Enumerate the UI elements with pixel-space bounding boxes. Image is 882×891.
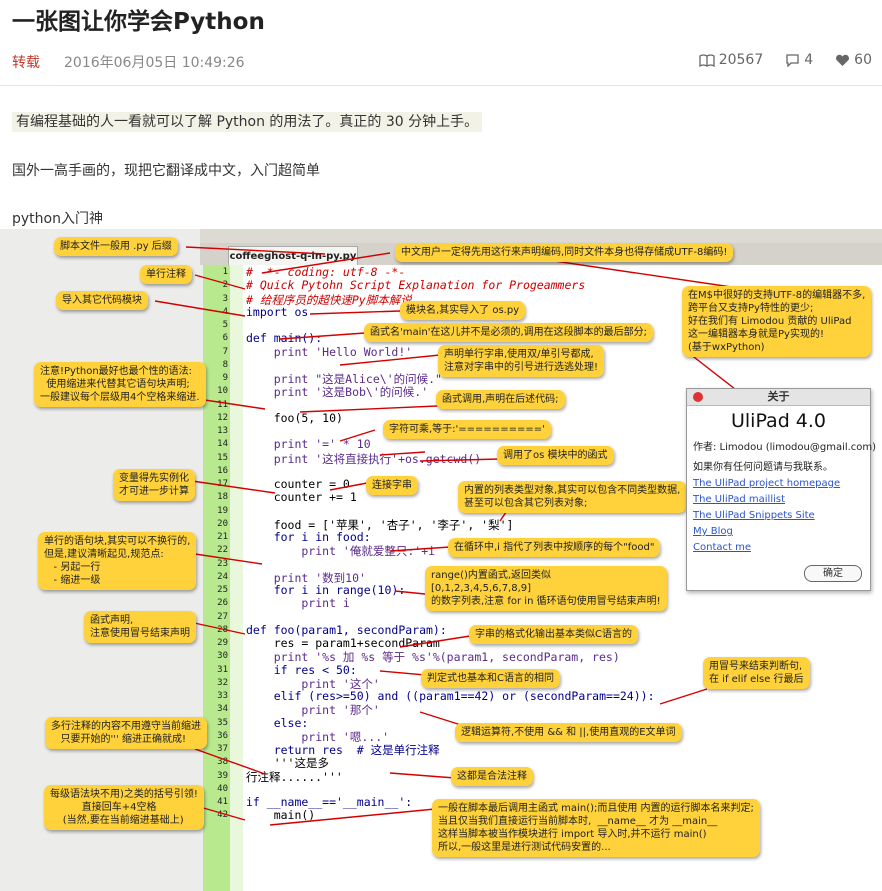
note-os-call: 调用了os 模块中的函式 <box>497 446 614 465</box>
publish-date: 2016年06月05日 10:49:26 <box>64 55 245 71</box>
note-list-type: 内置的列表类型对象,其实可以包含不同类型数据, 甚至可以包含其它列表对象; <box>458 481 687 513</box>
note-string-quotes: 声明单行字串,使用双/单引号都成, 注意对字串中的引号进行选逃处理! <box>438 345 605 377</box>
ok-button[interactable]: 确定 <box>804 565 862 582</box>
views-count: 20567 <box>718 52 764 68</box>
note-indentation: 注意!Python最好也最个性的语法: 使用缩进来代替其它语句块声明; 一般建议… <box>34 362 206 407</box>
note-logic-operators: 逻辑运算符,不使用 && 和 ||,使用直观的E文单词 <box>455 723 682 742</box>
note-colon-end: 用冒号来结束判断句, 在 if elif else 行最后 <box>703 657 810 689</box>
note-string-format: 字串的格式化输出基本类似C语言的 <box>469 625 638 644</box>
note-variable-init: 变量得先实例化 才可进一步计算 <box>113 469 195 501</box>
note-utf8-declaration: 中文用户一定得先用这行来声明编码,同时文件本身也得存储成UTF-8编码! <box>395 243 734 262</box>
note-loop-variable: 在循环中,i 指代了列表中按顺序的每个"food" <box>448 538 661 557</box>
note-ulipad-editor: 在M$中很好的支持UTF-8的编辑器不多, 跨平台又支持Py特性的更少; 好在我… <box>682 286 872 357</box>
comments-count: 4 <box>804 52 814 68</box>
link-my-blog[interactable]: My Blog <box>687 526 870 537</box>
note-main-check: 一般在脚本最后调用主函式 main();而且使用 内置的运行脚本名来判定; 当且… <box>432 799 760 857</box>
translation-paragraph: 国外一高手画的，现把它翻译成中文，入门超简单 <box>12 163 320 179</box>
about-author: 作者: Limodou (limodou@gmail.com) <box>693 442 877 453</box>
book-icon <box>699 53 715 67</box>
article-title: 一张图让你学会Python <box>12 9 265 35</box>
note-legal-comments: 这都是合法注释 <box>451 767 533 786</box>
intro-paragraph: 有编程基础的人一看就可以了解 Python 的用法了。真正的 30 分钟上手。 <box>12 111 483 132</box>
comment-icon <box>786 53 799 67</box>
note-string-multiply: 字符可乘,等于:'==========' <box>383 420 551 439</box>
note-import-module: 导入其它代码模块 <box>56 291 148 310</box>
note-string-concat: 连接字串 <box>366 476 418 495</box>
note-module-name: 模块名,其实导入了 os.py <box>400 301 526 320</box>
link-project-homepage[interactable]: The UliPad project homepage <box>687 478 870 489</box>
likes-stat[interactable]: 60 <box>835 52 872 68</box>
about-version: UliPad 4.0 <box>730 410 827 432</box>
intro-text: 有编程基础的人一看就可以了解 Python 的用法了。真正的 30 分钟上手。 <box>12 112 483 132</box>
link-contact-me[interactable]: Contact me <box>687 542 870 553</box>
article-stats: 20567 4 60 <box>699 52 872 68</box>
note-block-syntax: 每级语法块不用)之类的括号引领! 直接回车+4空格 (当然,要在当前缩进基础上) <box>44 785 204 830</box>
header-divider <box>0 85 882 86</box>
about-dialog: 关于 UliPad 4.0 作者: Limodou (limodou@gmail… <box>686 388 877 591</box>
note-range-function: range()内置函式,返回类似 [0,1,2,3,4,5,6,7,8,9] 的… <box>425 566 667 611</box>
note-condition: 判定式也基本和C语言的相同 <box>421 669 560 688</box>
about-contact-text: 如果你有任何问题请与我联系。 <box>693 462 833 473</box>
link-snippets-site[interactable]: The UliPad Snippets Site <box>687 510 870 521</box>
note-function-declaration: 函式声明, 注意使用冒号结束声明 <box>84 611 196 643</box>
python-heading: python入门神 <box>12 211 103 227</box>
views-stat: 20567 <box>699 52 764 68</box>
repost-tag[interactable]: 转载 <box>12 52 40 72</box>
article-meta: 转载 2016年06月05日 10:49:26 20567 4 60 <box>12 52 872 72</box>
likes-count: 60 <box>854 52 872 68</box>
close-icon[interactable] <box>693 392 703 402</box>
note-main-function: 函式名'main'在这儿并不是必须的,调用在这段脚本的最后部分; <box>364 323 654 342</box>
about-title: 关于 <box>767 390 790 403</box>
heart-icon <box>836 54 850 66</box>
link-maillist[interactable]: The UliPad maillist <box>687 494 870 505</box>
about-titlebar: 关于 <box>687 389 870 406</box>
note-py-suffix: 脚本文件一般用 .py 后缀 <box>54 237 178 256</box>
note-function-call: 函式调用,声明在后述代码; <box>436 390 565 409</box>
note-single-comment: 单行注释 <box>140 265 192 284</box>
note-multiline-comment: 多行注释的内容不用遵守当前缩进 只要开始的''' 缩进正确就成! <box>45 717 207 749</box>
note-single-line-block: 单行的语句块,其实可以不换行的, 但是,建议清晰起见,规范点: - 另起一行 -… <box>38 532 197 590</box>
comments-stat[interactable]: 4 <box>785 52 813 68</box>
python-cheatsheet-image: coffeeghost-q-in-py.py 1 # -*- coding: ut… <box>0 229 882 891</box>
